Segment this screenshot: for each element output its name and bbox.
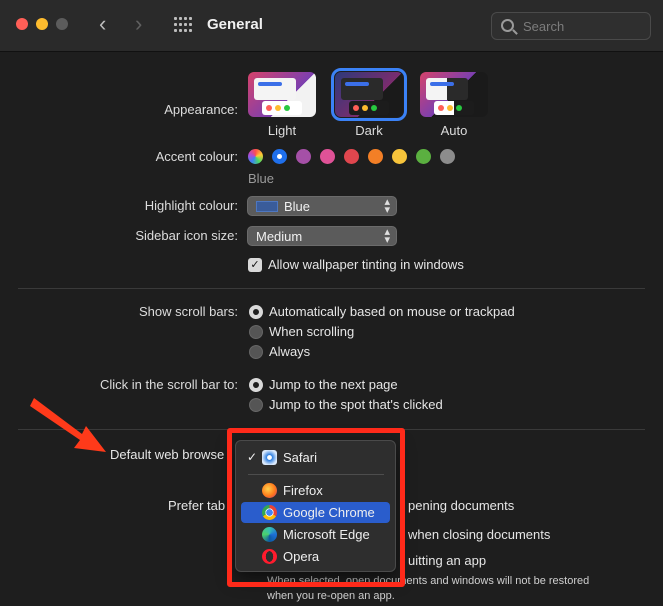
appearance-dark-label: Dark <box>355 123 383 138</box>
accent-multicolour-swatch[interactable] <box>248 149 263 164</box>
sidebar-icon-size-value: Medium <box>256 229 303 244</box>
appearance-light-label: Light <box>267 123 297 138</box>
highlight-colour-label: Highlight colour: <box>144 198 238 213</box>
search-icon <box>501 19 514 32</box>
highlight-colour-value: Blue <box>284 199 311 214</box>
accent-green-swatch[interactable] <box>416 149 431 164</box>
accent-selected-name: Blue <box>248 171 275 186</box>
jump-to-spot-label: Jump to the spot that's clicked <box>269 397 443 412</box>
back-icon[interactable]: ‹ <box>99 13 106 35</box>
scroll-when-scrolling-label: When scrolling <box>269 324 355 339</box>
sidebar-icon-size-popup[interactable]: Medium ▴ ▾ <box>247 226 397 246</box>
appearance-dark-thumb[interactable] <box>331 68 407 121</box>
scroll-always-radio[interactable] <box>249 345 263 359</box>
accent-pink-swatch[interactable] <box>320 149 335 164</box>
jump-to-spot-radio[interactable] <box>249 398 263 412</box>
click-scroll-bar-label: Click in the scroll bar to: <box>100 377 238 392</box>
wallpaper-tinting-checkbox[interactable]: ✓ <box>248 258 262 272</box>
wallpaper-tinting-label: Allow wallpaper tinting in windows <box>268 257 464 272</box>
section-divider <box>18 288 645 289</box>
jump-next-page-label: Jump to the next page <box>269 377 398 392</box>
chevron-updown-icon: ▴ ▾ <box>384 226 390 246</box>
window-title: General <box>207 16 263 33</box>
prefer-tabs-label: Prefer tab <box>168 498 226 513</box>
annotation-highlight-box <box>227 428 405 587</box>
minimize-window-button[interactable] <box>36 18 48 30</box>
accent-yellow-swatch[interactable] <box>392 149 407 164</box>
scroll-auto-radio[interactable] <box>249 305 263 319</box>
appearance-light-thumb[interactable] <box>248 72 316 117</box>
search-field[interactable]: Search <box>491 12 651 40</box>
accent-blue-swatch[interactable] <box>272 149 287 164</box>
appearance-label: Appearance: <box>164 102 238 117</box>
show-scroll-bars-label: Show scroll bars: <box>139 304 238 319</box>
accent-colour-label: Accent colour: <box>155 149 238 164</box>
show-all-grid-icon[interactable] <box>174 17 192 33</box>
jump-next-page-radio[interactable] <box>249 378 263 392</box>
title-bar: ‹ › General Search <box>0 0 663 52</box>
accent-orange-swatch[interactable] <box>368 149 383 164</box>
appearance-auto-label: Auto <box>440 123 468 138</box>
chevron-updown-icon: ▴ ▾ <box>384 196 390 216</box>
scroll-auto-label: Automatically based on mouse or trackpad <box>269 304 515 319</box>
annotation-arrow-icon <box>30 398 106 452</box>
zoom-window-button[interactable] <box>56 18 68 30</box>
sidebar-icon-size-label: Sidebar icon size: <box>135 228 238 243</box>
close-windows-suffix: uitting an app <box>408 553 487 568</box>
ask-keep-changes-suffix: when closing documents <box>408 527 551 542</box>
appearance-auto-thumb[interactable] <box>420 72 488 117</box>
accent-red-swatch[interactable] <box>344 149 359 164</box>
prefer-tabs-suffix: pening documents <box>408 498 515 513</box>
close-windows-note-line2: when you re-open an app. <box>267 590 395 602</box>
scroll-when-scrolling-radio[interactable] <box>249 325 263 339</box>
default-browser-label: Default web browse <box>110 447 225 462</box>
highlight-swatch <box>256 201 278 212</box>
accent-graphite-swatch[interactable] <box>440 149 455 164</box>
search-placeholder: Search <box>523 19 565 34</box>
forward-icon[interactable]: › <box>135 13 142 35</box>
scroll-always-label: Always <box>269 344 311 359</box>
highlight-colour-popup[interactable]: Blue ▴ ▾ <box>247 196 397 216</box>
accent-purple-swatch[interactable] <box>296 149 311 164</box>
close-window-button[interactable] <box>16 18 28 30</box>
